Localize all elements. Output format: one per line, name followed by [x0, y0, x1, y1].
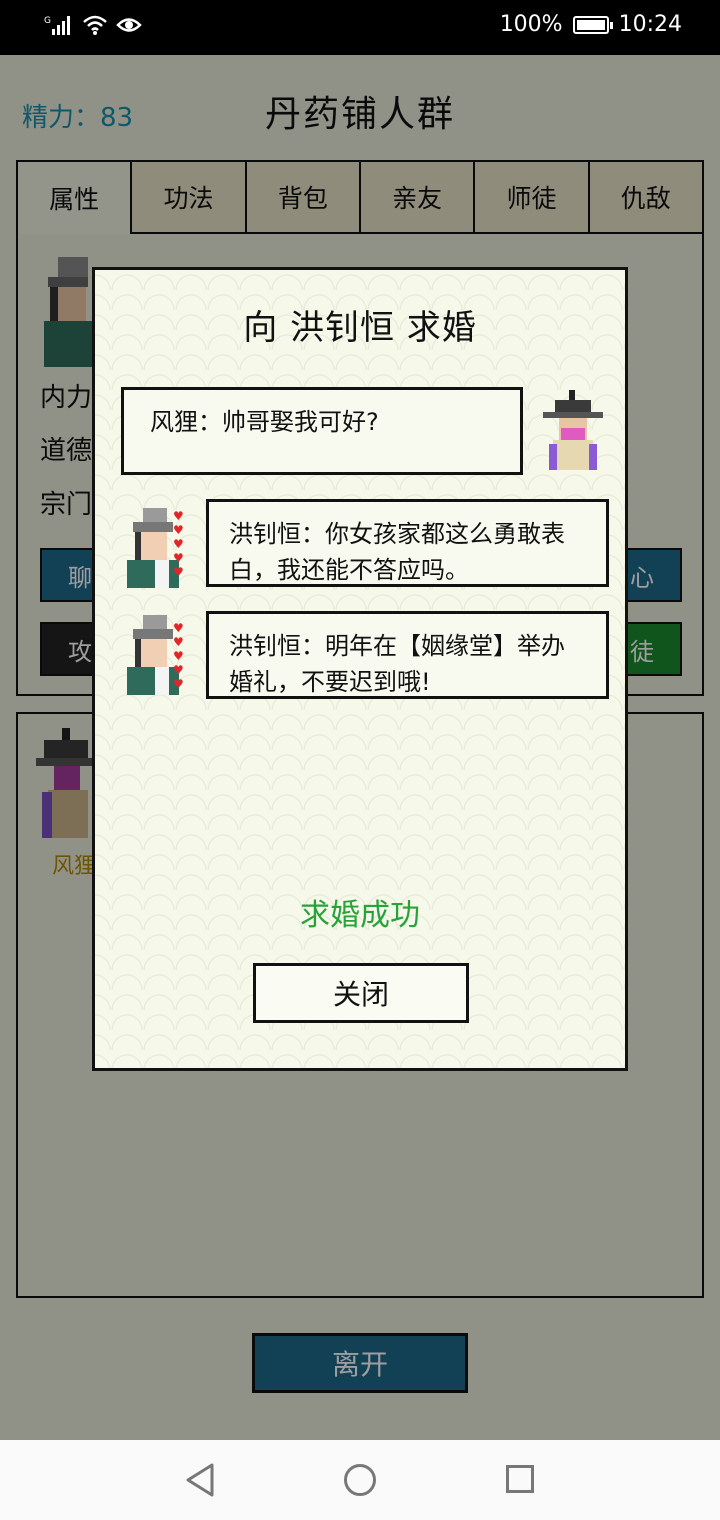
dialog-title: 向 洪钊恒 求婚	[243, 308, 477, 348]
female-avatar	[543, 390, 603, 470]
clock: 10:24	[618, 12, 682, 37]
status-right: 100% 10:24	[500, 12, 682, 37]
close-button[interactable]: 关闭	[253, 963, 469, 1023]
affection-hearts: ♥ ♥ ♥ ♥ ♥	[173, 509, 184, 579]
message-bubble: 洪钊恒：明年在【姻缘堂】举办婚礼，不要迟到哦!	[206, 611, 609, 699]
back-icon[interactable]	[184, 1462, 216, 1498]
affection-hearts: ♥ ♥ ♥ ♥ ♥	[173, 621, 184, 691]
recent-apps-icon[interactable]	[506, 1465, 534, 1493]
battery-percent: 100%	[499, 12, 563, 37]
navigation-bar	[0, 1440, 720, 1520]
svg-text:G: G	[44, 16, 51, 26]
proposal-dialog: 向 洪钊恒 求婚 风狸：帅哥娶我可好? ♥ ♥ ♥ ♥ ♥ 洪钊恒：你女孩家都这么勇敢表…	[92, 267, 628, 1071]
battery-icon	[572, 15, 613, 34]
status-bar: G 100% 10:24	[0, 0, 720, 55]
message-bubble: 洪钊恒：你女孩家都这么勇敢表白，我还能不答应吗。	[206, 499, 609, 587]
message-bubble: 风狸：帅哥娶我可好?	[121, 387, 523, 475]
wifi-icon	[83, 15, 107, 35]
eye-icon	[116, 18, 142, 32]
status-left: G	[44, 14, 142, 36]
home-icon[interactable]	[344, 1464, 376, 1496]
result-text: 求婚成功	[300, 898, 420, 933]
signal-icon: G	[44, 16, 70, 35]
